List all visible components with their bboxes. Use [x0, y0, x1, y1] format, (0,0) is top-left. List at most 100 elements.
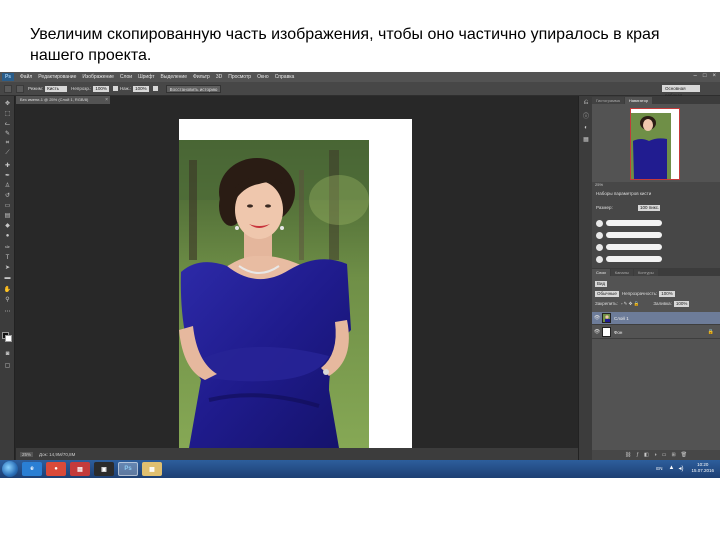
brush-preset-stroke[interactable]: [606, 244, 662, 250]
flow-field[interactable]: 100%: [133, 85, 149, 92]
tab-paths[interactable]: Контуры: [633, 269, 658, 276]
brush-preset-dot-icon[interactable]: [596, 256, 603, 263]
options-bar: Режим: Кисть Непрозр.: 100% Наж.: 100% В…: [0, 82, 720, 98]
tab-histogram[interactable]: Гистограмма: [592, 97, 624, 104]
brush-preset-icon[interactable]: [16, 84, 24, 93]
navigator-thumbnail[interactable]: [630, 108, 680, 180]
network-icon[interactable]: ▲: [669, 465, 675, 471]
menu-image[interactable]: Изображение: [82, 74, 114, 80]
taskbar-photoshop-icon[interactable]: Ps: [118, 462, 138, 476]
healing-tool-icon[interactable]: ✚: [3, 162, 12, 169]
menu-3d[interactable]: 3D: [216, 74, 222, 80]
gradient-tool-icon[interactable]: ▤: [3, 212, 12, 219]
menu-filter[interactable]: Фильтр: [193, 74, 210, 80]
blend-mode-select[interactable]: Обычные: [595, 290, 619, 297]
brush-preset-stroke[interactable]: [606, 256, 662, 262]
quick-select-tool-icon[interactable]: ✎: [3, 130, 12, 137]
extra-tools-icon[interactable]: ⋯: [3, 308, 12, 315]
menu-edit[interactable]: Редактирование: [38, 74, 76, 80]
taskbar-explorer-icon[interactable]: ▦: [142, 462, 162, 476]
brush-preset-dot-icon[interactable]: [596, 232, 603, 239]
brush-preset-stroke[interactable]: [606, 220, 662, 226]
layer-opacity-field[interactable]: 100%: [659, 290, 675, 297]
brush-tool-icon[interactable]: [4, 84, 12, 93]
hand-tool-icon[interactable]: ✋: [3, 286, 12, 293]
type-tool-icon[interactable]: T: [3, 254, 12, 261]
history-panel-icon[interactable]: ⎌: [582, 100, 590, 107]
adjustments-panel-icon[interactable]: ◐: [582, 124, 590, 131]
styles-panel-icon[interactable]: ▦: [582, 136, 590, 143]
tab-navigator[interactable]: Навигатор: [624, 97, 653, 104]
brush-preset-dot-icon[interactable]: [596, 220, 603, 227]
lock-icons[interactable]: ▫ ✎ ✥ 🔒: [621, 301, 640, 307]
language-indicator[interactable]: EN: [656, 466, 662, 471]
restore-history-button[interactable]: Восстановить историю: [165, 84, 222, 93]
screen-mode-icon[interactable]: ▢: [3, 362, 12, 369]
properties-panel-icon[interactable]: ⓘ: [582, 112, 590, 120]
dodge-tool-icon[interactable]: ●: [3, 232, 12, 239]
eyedropper-tool-icon[interactable]: ⟋: [3, 150, 12, 157]
adjustment-layer-icon[interactable]: ◑: [654, 452, 657, 458]
stamp-tool-icon[interactable]: ♙: [3, 182, 12, 189]
menu-window[interactable]: Окно: [257, 74, 269, 80]
fill-field[interactable]: 100%: [673, 300, 690, 307]
layer-row[interactable]: 👁 Фон 🔒: [592, 326, 720, 339]
brush-tool-icon[interactable]: ✒: [3, 172, 12, 179]
menu-help[interactable]: Справка: [275, 74, 295, 80]
canvas-workspace[interactable]: [16, 104, 578, 448]
maximize-button[interactable]: □: [703, 73, 707, 79]
clock[interactable]: 10:20 15.07.2016: [691, 462, 714, 474]
document-tab[interactable]: Без имени-1 @ 25% (Слой 1, RGB/8) ×: [16, 96, 110, 104]
blur-tool-icon[interactable]: ◆: [3, 222, 12, 229]
shape-tool-icon[interactable]: ▬: [3, 274, 12, 281]
eye-icon[interactable]: 👁: [592, 329, 602, 335]
close-button[interactable]: ×: [712, 73, 716, 79]
lasso-tool-icon[interactable]: ᓚ: [3, 120, 12, 127]
taskbar-media-icon[interactable]: ▣: [94, 462, 114, 476]
history-brush-tool-icon[interactable]: ↺: [3, 192, 12, 199]
menu-file[interactable]: Файл: [20, 74, 32, 80]
layer-mask-icon[interactable]: ◧: [644, 452, 649, 458]
volume-icon[interactable]: ◂): [678, 465, 683, 472]
delete-layer-icon[interactable]: 🗑: [681, 452, 687, 458]
mode-select[interactable]: Кисть: [45, 85, 68, 92]
brush-size-field[interactable]: 100 пикс.: [638, 205, 660, 211]
close-tab-icon[interactable]: ×: [105, 96, 108, 104]
eraser-tool-icon[interactable]: ▭: [3, 202, 12, 209]
start-button[interactable]: [2, 461, 18, 477]
zoom-tool-icon[interactable]: ⚲: [3, 296, 12, 303]
layer-kind-filter[interactable]: Вид: [595, 280, 608, 287]
menu-type[interactable]: Шрифт: [138, 74, 154, 80]
status-bar: 25% Док: 14,9M/70,8M: [16, 448, 578, 460]
path-select-tool-icon[interactable]: ➤: [3, 264, 12, 271]
pressure-size-icon[interactable]: [152, 86, 158, 91]
taskbar-presentation-icon[interactable]: ▤: [70, 462, 90, 476]
background-color-swatch[interactable]: [5, 335, 12, 342]
workspace-select[interactable]: Основная рабочая: [662, 85, 700, 98]
group-icon[interactable]: ▭: [662, 452, 667, 458]
new-layer-icon[interactable]: ⊞: [672, 452, 676, 458]
quick-mask-icon[interactable]: ◙: [3, 350, 12, 357]
link-layers-icon[interactable]: ⛓: [625, 452, 631, 458]
brush-preset-stroke[interactable]: [606, 232, 662, 238]
crop-tool-icon[interactable]: ⌗: [3, 140, 12, 147]
brush-preset-dot-icon[interactable]: [596, 244, 603, 251]
taskbar-chrome-icon[interactable]: ●: [46, 462, 66, 476]
pressure-opacity-icon[interactable]: [112, 86, 118, 91]
layer-row[interactable]: 👁 Слой 1: [592, 312, 720, 325]
move-tool-icon[interactable]: ✥: [3, 100, 12, 107]
minimize-button[interactable]: –: [694, 73, 697, 79]
tab-layers[interactable]: Слои: [592, 269, 610, 276]
status-zoom[interactable]: 25%: [20, 451, 34, 457]
layer-style-icon[interactable]: ƒ: [636, 452, 639, 458]
opacity-field[interactable]: 100%: [93, 85, 109, 92]
pen-tool-icon[interactable]: ✑: [3, 244, 12, 251]
menu-view[interactable]: Просмотр: [228, 74, 251, 80]
taskbar-ie-icon[interactable]: e: [22, 462, 42, 476]
menu-layers[interactable]: Слои: [120, 74, 132, 80]
tab-channels[interactable]: Каналы: [610, 269, 633, 276]
marquee-tool-icon[interactable]: ⬚: [3, 110, 12, 117]
menu-select[interactable]: Выделение: [161, 74, 188, 80]
eye-icon[interactable]: 👁: [592, 315, 602, 321]
pasted-photo-layer[interactable]: [179, 140, 369, 448]
